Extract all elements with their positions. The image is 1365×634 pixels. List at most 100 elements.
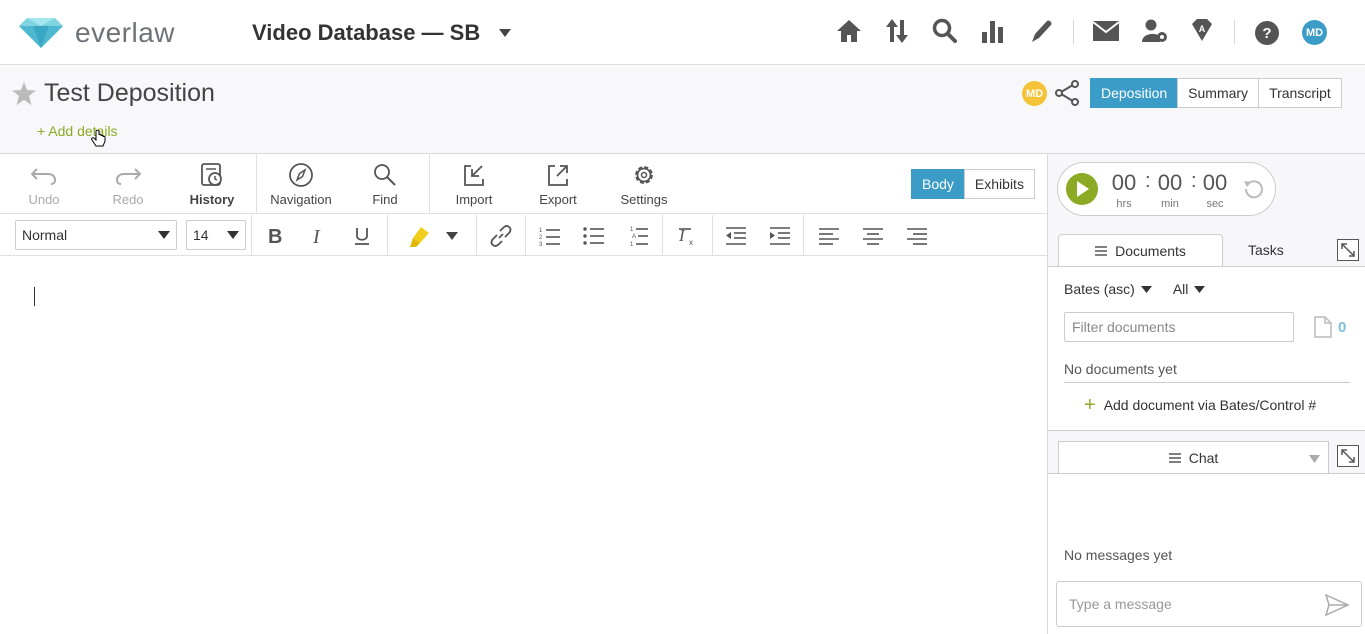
bullet-list-icon	[583, 227, 604, 245]
timer-hours: 00	[1111, 170, 1137, 195]
export-button[interactable]: Export	[523, 162, 593, 207]
bullet-list-button[interactable]	[581, 223, 607, 249]
timer-minutes-label: min	[1161, 198, 1179, 210]
italic-button[interactable]: I	[305, 223, 331, 249]
add-document-label: Add document via Bates/Control #	[1103, 397, 1317, 413]
scope-dropdown[interactable]: All	[1173, 281, 1189, 297]
style-select[interactable]: Normal	[15, 220, 177, 250]
settings-button[interactable]: Settings	[609, 162, 679, 207]
tab-chat[interactable]: Chat	[1058, 441, 1329, 474]
reset-icon[interactable]	[1243, 178, 1265, 200]
navigation-button[interactable]: Navigation	[266, 162, 336, 207]
align-center-icon	[863, 228, 883, 245]
export-label: Export	[539, 192, 577, 207]
share-icon[interactable]	[1054, 80, 1080, 106]
tab-transcript[interactable]: Transcript	[1258, 78, 1342, 108]
message-input[interactable]: Type a message	[1056, 581, 1362, 627]
gear-icon	[635, 166, 653, 184]
tab-exhibits[interactable]: Exhibits	[963, 169, 1035, 199]
collaborator-avatar: MD	[1022, 81, 1047, 106]
history-icon	[201, 163, 222, 186]
svg-text:3: 3	[539, 242, 543, 247]
pen-icon[interactable]	[1029, 18, 1055, 44]
play-button[interactable]	[1066, 173, 1098, 205]
link-button[interactable]	[488, 223, 514, 249]
clear-format-button[interactable]: Ix	[674, 223, 700, 249]
database-title[interactable]: Video Database — SB	[252, 20, 480, 46]
import-button[interactable]: Import	[439, 162, 509, 207]
tab-deposition[interactable]: Deposition	[1090, 78, 1179, 108]
align-right-icon	[907, 228, 927, 245]
tab-summary[interactable]: Summary	[1177, 78, 1260, 108]
bold-button[interactable]: B	[262, 223, 288, 249]
outline-list-button[interactable]: 1A1	[625, 223, 651, 249]
admin-gem-icon[interactable]: A	[1190, 18, 1214, 42]
body-exhibits-toggle: Body Exhibits	[911, 169, 1035, 199]
outdent-icon	[726, 227, 746, 245]
find-icon	[374, 164, 396, 186]
timer-colon: :	[1145, 170, 1151, 192]
search-icon[interactable]	[932, 18, 958, 44]
help-icon[interactable]: ?	[1255, 21, 1279, 45]
highlight-button[interactable]	[407, 223, 433, 249]
tab-documents[interactable]: Documents	[1058, 234, 1223, 267]
star-icon[interactable]	[12, 82, 36, 105]
tab-tasks[interactable]: Tasks	[1248, 242, 1284, 258]
home-icon[interactable]	[836, 18, 862, 44]
mail-icon[interactable]	[1093, 21, 1119, 41]
sort-dropdown[interactable]: Bates (asc)	[1064, 281, 1135, 297]
timer-minutes: 00	[1157, 170, 1183, 195]
chevron-down-icon[interactable]	[1194, 285, 1206, 293]
numbered-list-button[interactable]: 123	[537, 223, 563, 249]
chevron-down-icon	[446, 232, 458, 240]
play-icon	[1077, 181, 1089, 197]
align-left-button[interactable]	[816, 223, 842, 249]
sort-arrows-icon[interactable]	[885, 18, 909, 44]
everlaw-logo[interactable]: everlaw	[19, 17, 175, 49]
user-avatar[interactable]: MD	[1302, 20, 1327, 45]
add-document-button[interactable]: + Add document via Bates/Control #	[1084, 395, 1317, 415]
chevron-down-icon[interactable]	[1309, 455, 1320, 463]
expand-icon[interactable]	[1337, 445, 1359, 467]
font-size-select[interactable]: 14	[186, 220, 246, 250]
document-count-value: 0	[1338, 318, 1347, 336]
expand-arrows-icon	[1341, 243, 1355, 257]
send-icon[interactable]	[1325, 594, 1349, 616]
undo-label: Undo	[28, 192, 60, 207]
align-center-button[interactable]	[860, 223, 886, 249]
document-editor[interactable]	[0, 256, 1047, 634]
chevron-down-icon[interactable]	[1140, 285, 1152, 293]
document-title-bar: Test Deposition + Add details MD Deposit…	[0, 66, 1365, 154]
expand-arrows-icon	[1341, 449, 1355, 463]
undo-button[interactable]: Undo	[9, 162, 79, 207]
tab-body[interactable]: Body	[911, 169, 965, 199]
bar-chart-icon[interactable]	[981, 18, 1005, 44]
editor-toolbar: Undo Redo History Navigation Find Import…	[0, 154, 1047, 214]
chevron-down-icon[interactable]	[499, 29, 511, 37]
numbered-list-icon: 123	[539, 228, 560, 247]
find-button[interactable]: Find	[350, 162, 420, 207]
no-messages-text: No messages yet	[1064, 547, 1173, 563]
timer-widget: 00 hrs : 00 min : 00 sec	[1057, 162, 1276, 216]
document-icon	[1314, 316, 1332, 338]
filter-documents-input[interactable]: Filter documents	[1064, 312, 1294, 342]
undo-icon	[31, 168, 57, 185]
indent-button[interactable]	[767, 223, 793, 249]
user-gear-icon[interactable]	[1142, 18, 1168, 44]
style-select-value: Normal	[22, 227, 68, 243]
expand-icon[interactable]	[1337, 239, 1359, 261]
highlighter-icon	[410, 227, 429, 247]
highlight-color-dropdown[interactable]	[439, 223, 465, 249]
underline-icon	[355, 228, 369, 245]
redo-button[interactable]: Redo	[93, 162, 163, 207]
align-right-button[interactable]	[904, 223, 930, 249]
divider	[256, 154, 257, 214]
divider	[476, 215, 477, 256]
tab-chat-label: Chat	[1188, 450, 1219, 466]
underline-button[interactable]	[349, 223, 375, 249]
chat-area: Chat No messages yet Type a message	[1048, 431, 1365, 634]
outdent-button[interactable]	[723, 223, 749, 249]
compass-icon	[289, 163, 313, 187]
history-button[interactable]: History	[177, 162, 247, 207]
timer-colon: :	[1191, 170, 1197, 192]
